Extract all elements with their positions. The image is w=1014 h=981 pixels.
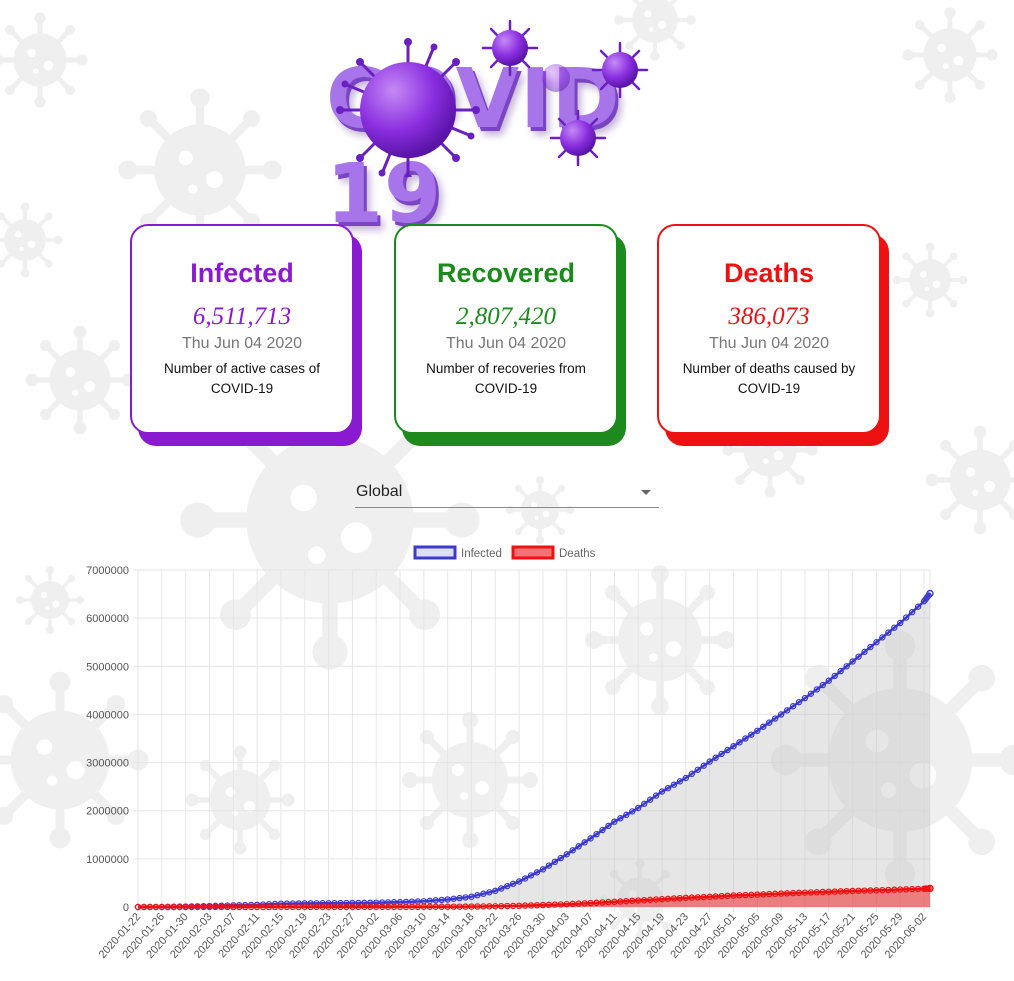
cases-line-chart: 0 1000000 2000000 3000000 4000000 5000000 6000… xyxy=(86,545,934,961)
infected-card: Infected 6,511,713 Thu Jun 04 2020 Numbe… xyxy=(130,224,354,434)
infected-legend-label: Infected xyxy=(461,548,502,560)
deaths-count: 386,073 xyxy=(728,303,810,330)
y-tick-label: 5000000 xyxy=(86,661,129,673)
recovered-title: Recovered xyxy=(436,258,576,288)
y-tick-label: 3000000 xyxy=(86,758,129,770)
recovered-card: Recovered 2,807,420 Thu Jun 04 2020 Numb… xyxy=(394,224,618,434)
deaths-card: Deaths 386,073 Thu Jun 04 2020 Number of… xyxy=(657,224,881,434)
y-tick-label: 7000000 xyxy=(86,565,129,577)
infected-date: Thu Jun 04 2020 xyxy=(181,335,303,352)
dropdown-arrow-icon xyxy=(641,490,651,495)
infected-description: Number of active cases of COVID-19 xyxy=(163,361,321,396)
recovered-description: Number of recoveries from COVID-19 xyxy=(426,361,586,396)
deaths-description: Number of deaths caused by COVID-19 xyxy=(682,361,856,396)
deaths-date: Thu Jun 04 2020 xyxy=(708,335,830,352)
virus-illustration-icon xyxy=(336,19,649,177)
country-select-value: Global xyxy=(356,483,403,500)
deaths-legend-swatch xyxy=(511,545,555,560)
y-tick-label: 6000000 xyxy=(86,613,129,625)
infected-count: 6,511,713 xyxy=(192,303,292,330)
y-tick-label: 0 xyxy=(123,902,129,914)
cases-chart: 0 1000000 2000000 3000000 4000000 5000000 6000… xyxy=(0,540,1014,981)
deaths-title: Deaths xyxy=(723,258,815,288)
y-tick-label: 1000000 xyxy=(86,854,129,866)
infected-title: Infected xyxy=(190,258,294,288)
infected-legend-swatch xyxy=(413,545,457,560)
y-tick-label: 2000000 xyxy=(86,806,129,818)
recovered-count: 2,807,420 xyxy=(456,303,556,330)
y-tick-label: 4000000 xyxy=(86,709,129,721)
deaths-legend-label: Deaths xyxy=(559,548,596,560)
country-select[interactable]: Global xyxy=(355,478,659,508)
covid-logo: COVID 19 xyxy=(320,12,700,242)
recovered-date: Thu Jun 04 2020 xyxy=(445,335,567,352)
